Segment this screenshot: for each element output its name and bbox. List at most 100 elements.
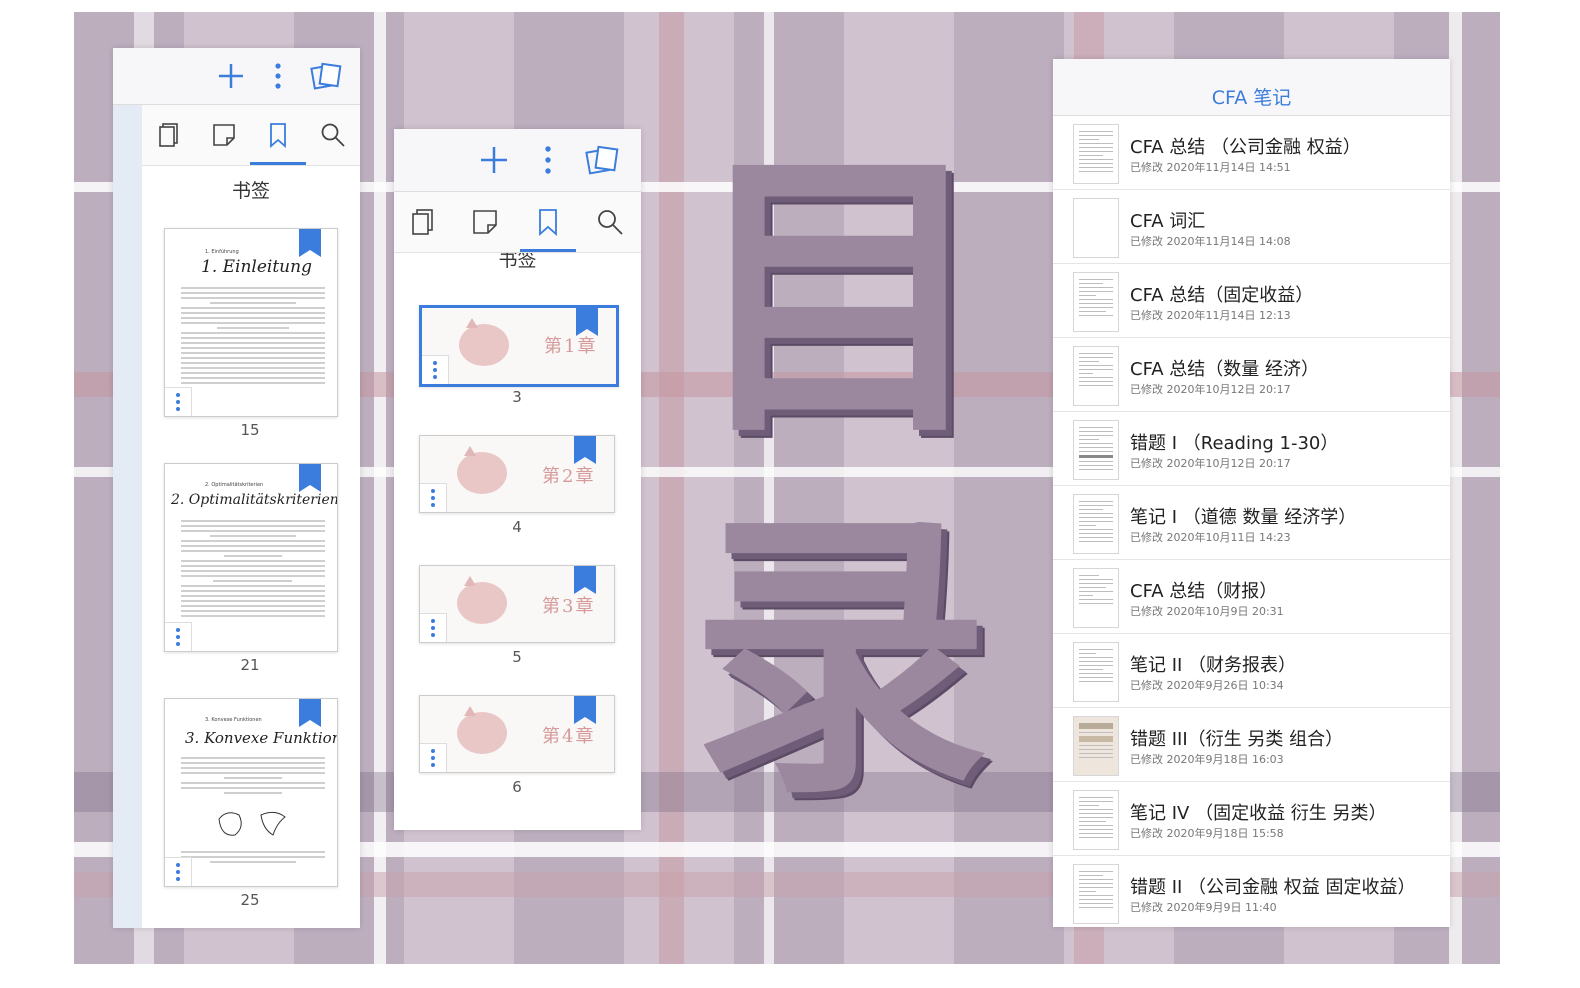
list-header: CFA 笔记	[1053, 59, 1450, 116]
thumbnail-more-button[interactable]	[165, 622, 192, 651]
document-title: CFA 总结（数量 经济）	[1130, 359, 1320, 380]
bookmark-thumbnail[interactable]: 第4章	[419, 695, 615, 773]
text-lines	[181, 287, 325, 387]
thumbnail-more-button[interactable]	[165, 387, 192, 416]
chapter-title: 1. Einleitung	[201, 257, 312, 277]
modified-date: 已修改 2020年10月12日 20:17	[1130, 457, 1291, 470]
modified-date: 已修改 2020年10月11日 14:23	[1130, 531, 1291, 544]
more-vertical-icon	[275, 63, 281, 89]
bookmark-thumbnail[interactable]: 第1章	[419, 305, 619, 387]
modified-date: 已修改 2020年9月18日 15:58	[1130, 827, 1284, 840]
convex-figure	[218, 811, 286, 836]
document-thumbnail	[1073, 420, 1119, 480]
page-number: 25	[240, 891, 260, 909]
modified-date: 已修改 2020年10月12日 20:17	[1130, 383, 1291, 396]
document-thumbnail	[1073, 198, 1119, 258]
list-item[interactable]: 笔记 II （财务报表） 已修改 2020年9月26日 10:34	[1053, 634, 1450, 708]
document-thumbnail	[1073, 864, 1119, 924]
view-tabs	[394, 192, 641, 253]
modified-date: 已修改 2020年11月14日 14:08	[1130, 235, 1291, 248]
thumbnail-more-button[interactable]	[420, 613, 447, 642]
tab-notes[interactable]	[204, 115, 244, 155]
toolbar	[113, 48, 360, 105]
bookmark-thumbnail[interactable]: 2. Optimalitätskriterien 2. Optimalitäts…	[164, 463, 338, 652]
document-title: 错题 III（衍生 另类 组合）	[1130, 729, 1344, 750]
pig-ear	[464, 576, 476, 586]
modified-date: 已修改 2020年10月9日 20:31	[1130, 605, 1284, 618]
bookmark-flag	[299, 699, 321, 727]
pig-illustration	[457, 712, 507, 754]
pig-illustration	[459, 324, 509, 366]
add-button[interactable]	[213, 58, 249, 94]
tab-pages[interactable]	[403, 202, 443, 242]
document-thumbnail	[1073, 272, 1119, 332]
pig-illustration	[457, 452, 507, 494]
chapter-label: 第3章	[542, 596, 596, 617]
notebook-title: CFA 笔记	[1211, 87, 1292, 109]
document-title: 笔记 IV （固定收益 衍生 另类）	[1130, 803, 1387, 824]
page-number: 5	[512, 648, 522, 666]
document-title: CFA 总结（固定收益）	[1130, 285, 1314, 306]
cards-button[interactable]	[584, 142, 620, 178]
bookmark-icon	[270, 123, 286, 148]
list-item[interactable]: 错题 I （Reading 1-30） 已修改 2020年10月12日 20:1…	[1053, 412, 1450, 486]
section-title: 书签	[498, 253, 537, 269]
section-title: 书签	[231, 180, 270, 202]
pig-ear	[466, 318, 478, 328]
thumbnail-more-button[interactable]	[422, 355, 449, 384]
section-heading: 1. Einführung	[205, 249, 239, 255]
list-item[interactable]: 错题 III（衍生 另类 组合） 已修改 2020年9月18日 16:03	[1053, 708, 1450, 782]
document-thumbnail	[1073, 124, 1119, 184]
document-thumbnail	[1073, 642, 1119, 702]
list-item[interactable]: 错题 II （公司金融 权益 固定收益） 已修改 2020年9月9日 11:40	[1053, 856, 1450, 929]
cards-icon	[585, 145, 619, 175]
modified-date: 已修改 2020年11月14日 12:13	[1130, 309, 1291, 322]
tab-notes[interactable]	[465, 202, 505, 242]
search-icon	[321, 123, 345, 147]
pages-icon	[412, 209, 433, 235]
list-item[interactable]: CFA 总结（固定收益） 已修改 2020年11月14日 12:13	[1053, 264, 1450, 338]
tab-pages[interactable]	[149, 115, 189, 155]
thumbnail-more-button[interactable]	[420, 743, 447, 772]
tab-bookmarks[interactable]	[520, 202, 576, 252]
page-number: 15	[240, 421, 260, 439]
pig-ear	[464, 446, 476, 456]
search-icon	[598, 210, 623, 235]
document-title: CFA 总结 （公司金融 权益）	[1130, 137, 1361, 158]
list-item[interactable]: 笔记 IV （固定收益 衍生 另类） 已修改 2020年9月18日 15:58	[1053, 782, 1450, 856]
tab-search[interactable]	[590, 202, 630, 242]
text-lines	[181, 851, 325, 866]
document-title: CFA 词汇	[1130, 211, 1206, 232]
cards-icon	[310, 62, 342, 90]
cards-button[interactable]	[308, 58, 344, 94]
page-number: 3	[512, 388, 522, 406]
pig-illustration	[457, 582, 507, 624]
list-item[interactable]: CFA 词汇 已修改 2020年11月14日 14:08	[1053, 190, 1450, 264]
thumbnail-more-button[interactable]	[165, 857, 192, 886]
list-item[interactable]: CFA 总结（数量 经济） 已修改 2020年10月12日 20:17	[1053, 338, 1450, 412]
modified-date: 已修改 2020年9月18日 16:03	[1130, 753, 1284, 766]
bookmark-thumbnail[interactable]: 第3章	[419, 565, 615, 643]
thumbnail-more-button[interactable]	[420, 483, 447, 512]
note-icon	[213, 124, 235, 146]
add-button[interactable]	[476, 142, 512, 178]
tab-search[interactable]	[313, 115, 353, 155]
more-button[interactable]	[530, 142, 566, 178]
middle-bookmarks-panel: 书签 第1章 3 第2章 4 第3章 5 第4章 6	[394, 129, 641, 830]
bookmark-icon	[539, 209, 557, 236]
chapter-label: 第4章	[542, 726, 596, 747]
chapter-title: 2. Optimalitätskriterien	[171, 492, 338, 508]
bookmark-thumbnail[interactable]: 1. Einführung 1. Einleitung	[164, 228, 338, 417]
bookmark-thumbnail[interactable]: 第2章	[419, 435, 615, 513]
bookmark-flag	[574, 566, 596, 594]
bookmark-thumbnail[interactable]: 3. Konvexe Funktionen 3. Konvexe Funktio…	[164, 698, 338, 887]
more-button[interactable]	[260, 58, 296, 94]
list-item[interactable]: CFA 总结 （公司金融 权益） 已修改 2020年11月14日 14:51	[1053, 116, 1450, 190]
list-item[interactable]: 笔记 I （道德 数量 经济学） 已修改 2020年10月11日 14:23	[1053, 486, 1450, 560]
tab-bookmarks[interactable]	[250, 115, 306, 165]
list-item[interactable]: CFA 总结（财报） 已修改 2020年10月9日 20:31	[1053, 560, 1450, 634]
section-heading: 3. Konvexe Funktionen	[205, 717, 262, 723]
document-title: 笔记 II （财务报表）	[1130, 655, 1297, 676]
document-thumbnail	[1073, 568, 1119, 628]
bookmark-flag	[299, 229, 321, 257]
